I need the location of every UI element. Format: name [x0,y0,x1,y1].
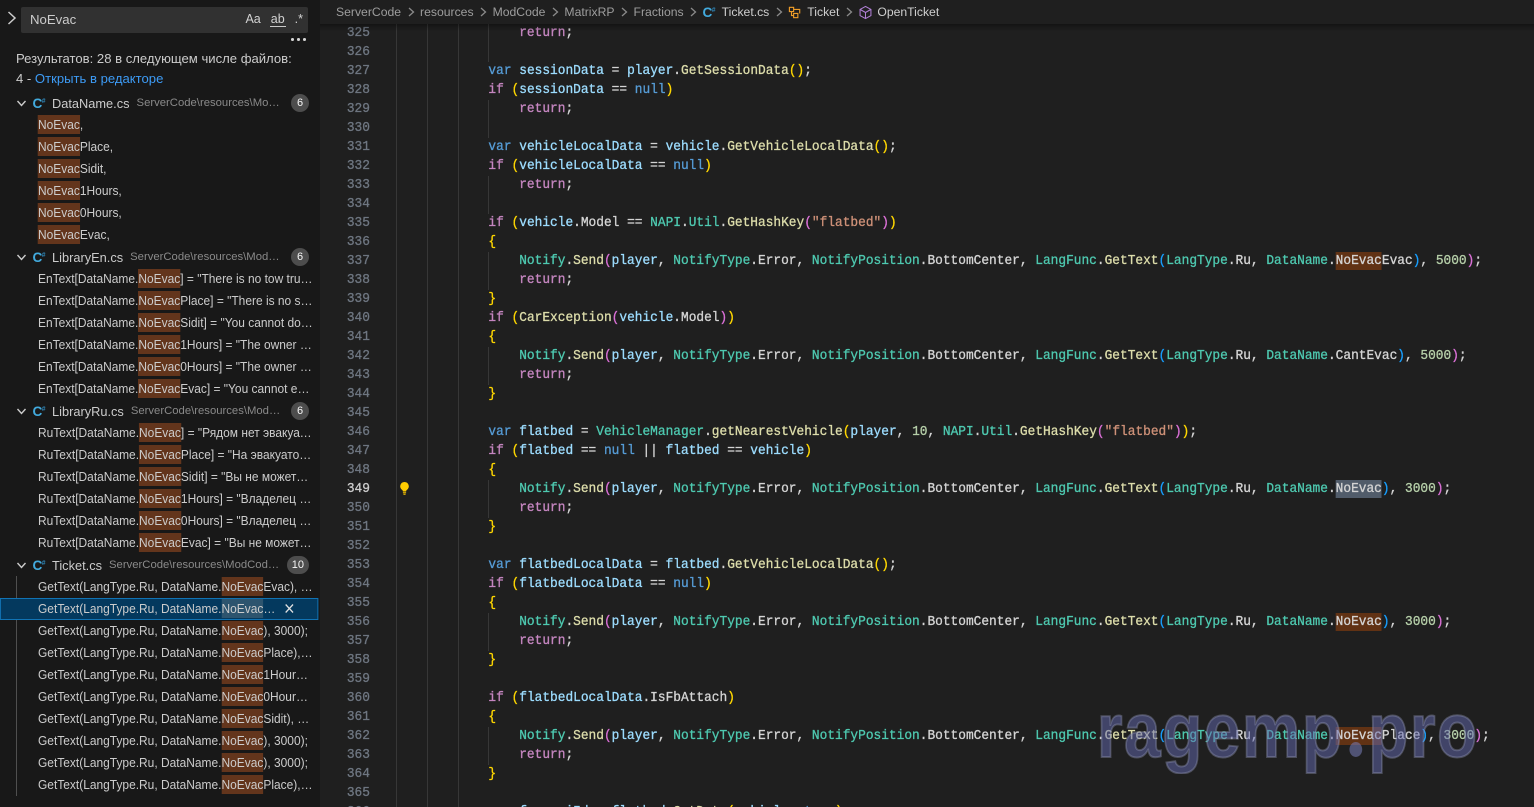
svg-text:#: # [42,98,46,105]
svg-text:#: # [42,252,46,259]
svg-text:#: # [42,406,46,413]
svg-text:#: # [711,7,715,14]
svg-text:#: # [42,560,46,567]
